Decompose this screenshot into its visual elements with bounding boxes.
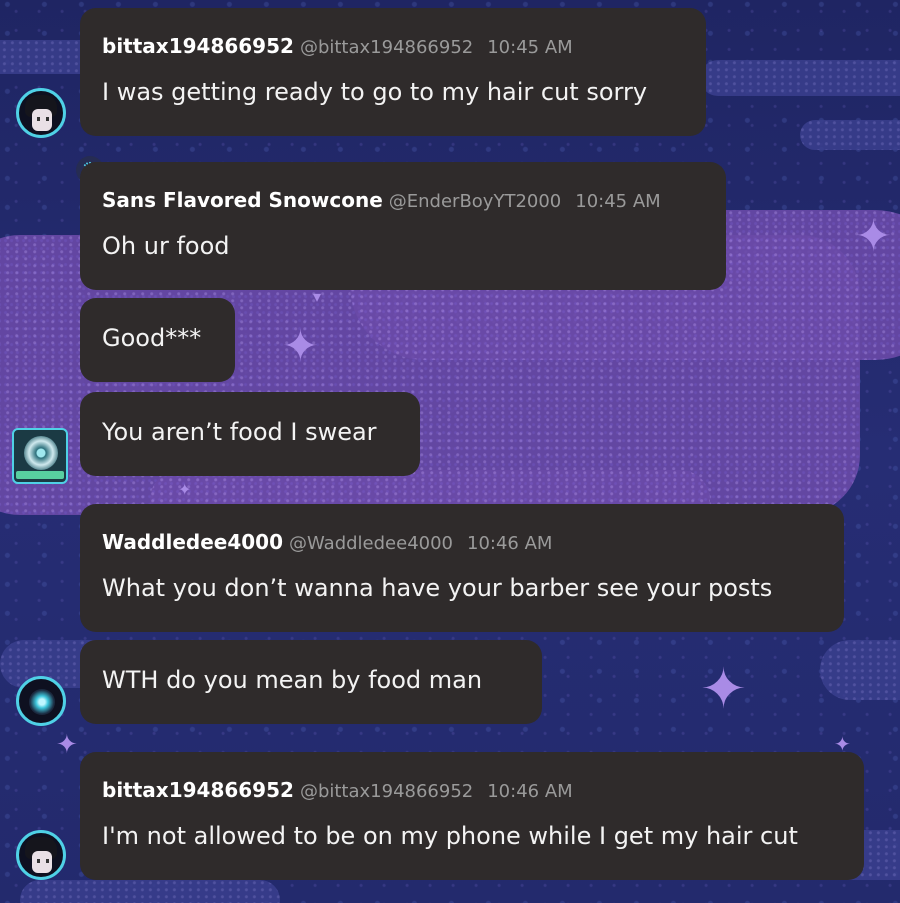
user-handle: @EnderBoyYT2000 [388,191,562,212]
username[interactable]: Sans Flavored Snowcone [102,188,383,212]
background-cloud [820,640,900,700]
username[interactable]: Waddledee4000 [102,530,283,554]
avatar[interactable] [16,676,66,726]
username[interactable]: bittax194866952 [102,34,294,58]
message-bubble[interactable]: Waddledee4000 @Waddledee4000 10:46 AM What… [80,504,844,632]
avatar[interactable] [16,88,66,138]
sparkle-icon: ▾ [313,287,322,306]
sparkle-icon: ✦ [834,732,851,756]
avatar[interactable] [16,830,66,880]
message-bubble[interactable]: WTH do you mean by food man [80,640,542,724]
username[interactable]: bittax194866952 [102,778,294,802]
message-bubble[interactable]: You aren’t food I swear [80,392,420,476]
user-handle: @bittax194866952 [299,781,474,802]
background-cloud [800,120,900,150]
timestamp: 10:46 AM [487,781,573,802]
message-bubble[interactable]: Good*** [80,298,235,382]
sparkle-icon: ✦ [56,730,78,760]
avatar[interactable] [12,428,68,484]
user-handle: @Waddledee4000 [289,533,454,554]
sparkle-icon: ✦ [700,657,747,722]
background-cloud [700,60,900,96]
message-header: Waddledee4000 @Waddledee4000 10:46 AM [102,530,552,554]
sparkle-icon: ✦ [282,321,319,372]
background-cloud [20,880,280,903]
timestamp: 10:45 AM [487,37,573,58]
message-header: bittax194866952 @bittax194866952 10:46 AM [102,778,573,802]
message-header: bittax194866952 @bittax194866952 10:45 AM [102,34,573,58]
message-text: I'm not allowed to be on my phone while … [102,822,798,850]
message-header: Sans Flavored Snowcone @EnderBoyYT2000 10:… [102,188,661,212]
message-text: Good*** [102,324,202,352]
sparkle-icon: ✦ [855,211,892,262]
message-text: Oh ur food [102,232,230,260]
message-text: You aren’t food I swear [102,418,377,446]
timestamp: 10:45 AM [575,191,661,212]
message-text: What you don’t wanna have your barber se… [102,574,773,602]
timestamp: 10:46 AM [467,533,553,554]
message-text: WTH do you mean by food man [102,666,483,694]
sparkle-icon: ✦ [178,480,192,499]
message-bubble[interactable]: bittax194866952 @bittax194866952 10:46 AM … [80,752,864,880]
user-handle: @bittax194866952 [299,37,474,58]
message-bubble[interactable]: Sans Flavored Snowcone @EnderBoyYT2000 10:… [80,162,726,290]
message-text: I was getting ready to go to my hair cut… [102,78,648,106]
message-bubble[interactable]: bittax194866952 @bittax194866952 10:45 AM … [80,8,706,136]
